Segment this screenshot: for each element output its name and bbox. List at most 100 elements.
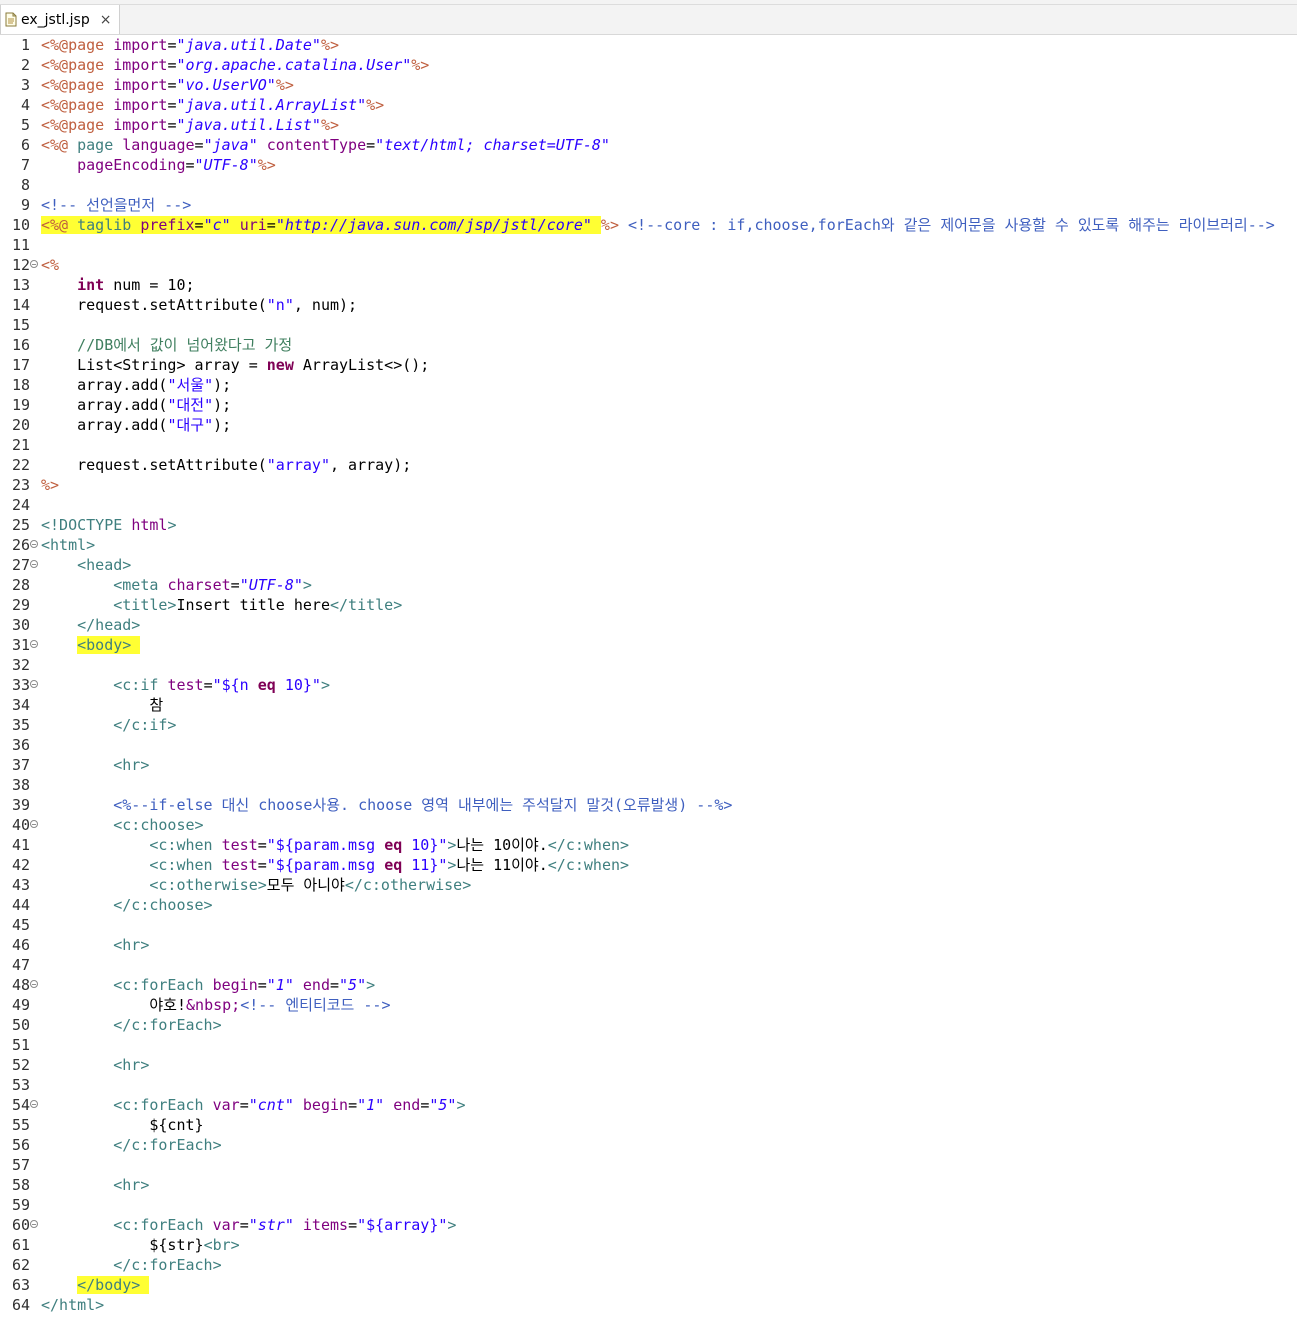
code-line[interactable]: 38 (0, 775, 1297, 795)
code-token: "1" (357, 1096, 385, 1114)
code-line[interactable]: 8 (0, 175, 1297, 195)
code-line[interactable]: 64 </html> (0, 1295, 1297, 1315)
code-token: taglib (77, 216, 141, 234)
code-line[interactable]: 45 (0, 915, 1297, 935)
code-line[interactable]: 32 (0, 655, 1297, 675)
code-line[interactable]: 29 <title>Insert title here</title> (0, 595, 1297, 615)
code-line[interactable]: 16 //DB에서 값이 넘어왔다고 가정 (0, 335, 1297, 355)
code-line[interactable]: 37 <hr> (0, 755, 1297, 775)
fold-toggle-icon[interactable]: − (30, 980, 38, 989)
code-text: <%--if-else 대신 choose사용. choose 영역 내부에는 … (41, 795, 732, 815)
code-token: "${n (212, 676, 258, 694)
code-line[interactable]: 31− <body> (0, 635, 1297, 655)
code-token: > (456, 1096, 466, 1114)
code-line[interactable]: 51 (0, 1035, 1297, 1055)
code-line[interactable]: 40− <c:choose> (0, 815, 1297, 835)
code-line[interactable]: 52 <hr> (0, 1055, 1297, 1075)
code-line[interactable]: 30 </head> (0, 615, 1297, 635)
code-line[interactable]: 62 </c:forEach> (0, 1255, 1297, 1275)
line-number: 51 (11, 1036, 30, 1054)
code-line[interactable]: 6 <%@ page language="java" contentType="t… (0, 135, 1297, 155)
code-line[interactable]: 63 </body> (0, 1275, 1297, 1295)
code-line[interactable]: 48− <c:forEach begin="1" end="5"> (0, 975, 1297, 995)
fold-toggle-icon[interactable]: − (30, 1220, 38, 1229)
code-line[interactable]: 13 int num = 10; (0, 275, 1297, 295)
code-line[interactable]: 4 <%@page import="java.util.ArrayList"%> (0, 95, 1297, 115)
code-line[interactable]: 14 request.setAttribute("n", num); (0, 295, 1297, 315)
code-line[interactable]: 21 (0, 435, 1297, 455)
code-line[interactable]: 26− <html> (0, 535, 1297, 555)
code-line[interactable]: 56 </c:forEach> (0, 1135, 1297, 1155)
code-line[interactable]: 34 참 (0, 695, 1297, 715)
code-token (591, 216, 601, 234)
code-line[interactable]: 57 (0, 1155, 1297, 1175)
code-line[interactable]: 3 <%@page import="vo.UserVO"%> (0, 75, 1297, 95)
code-line[interactable]: 28 <meta charset="UTF-8"> (0, 575, 1297, 595)
fold-toggle-icon[interactable]: − (30, 640, 38, 649)
code-line[interactable]: 60− <c:forEach var="str" items="${array}… (0, 1215, 1297, 1235)
code-token: //DB에서 값이 넘어왔다고 가정 (77, 336, 293, 354)
code-line[interactable]: 36 (0, 735, 1297, 755)
code-token: "5" (429, 1096, 457, 1114)
code-token: > (302, 576, 312, 594)
code-token: "java.util.Date" (176, 36, 321, 54)
code-line[interactable]: 18 array.add("서울"); (0, 375, 1297, 395)
code-line[interactable]: 11 (0, 235, 1297, 255)
code-line[interactable]: 41 <c:when test="${param.msg eq 10}">나는 … (0, 835, 1297, 855)
code-line[interactable]: 17 List<String> array = new ArrayList<>(… (0, 355, 1297, 375)
code-line[interactable]: 39 <%--if-else 대신 choose사용. choose 영역 내부… (0, 795, 1297, 815)
code-line[interactable]: 20 array.add("대구"); (0, 415, 1297, 435)
fold-toggle-icon[interactable]: − (30, 540, 38, 549)
code-line[interactable]: 42 <c:when test="${param.msg eq 11}">나는 … (0, 855, 1297, 875)
close-icon[interactable]: × (100, 13, 112, 27)
code-line[interactable]: 25 <!DOCTYPE html> (0, 515, 1297, 535)
code-line[interactable]: 1 <%@page import="java.util.Date"%> (0, 35, 1297, 55)
code-line[interactable]: 15 (0, 315, 1297, 335)
code-line[interactable]: 33− <c:if test="${n eq 10}"> (0, 675, 1297, 695)
code-line[interactable]: 10 <%@ taglib prefix="c" uri="http://java… (0, 215, 1297, 235)
code-line[interactable]: 55 ${cnt} (0, 1115, 1297, 1135)
code-line[interactable]: 19 array.add("대전"); (0, 395, 1297, 415)
code-line[interactable]: 54− <c:forEach var="cnt" begin="1" end="… (0, 1095, 1297, 1115)
code-token: import (113, 56, 168, 74)
code-token: %> (257, 156, 276, 174)
fold-toggle-icon[interactable]: − (30, 1100, 38, 1109)
code-line[interactable]: 59 (0, 1195, 1297, 1215)
code-line[interactable]: 12− <% (0, 255, 1297, 275)
code-line[interactable]: 53 (0, 1075, 1297, 1095)
code-token: ); (213, 416, 232, 434)
code-line[interactable]: 24 (0, 495, 1297, 515)
code-line[interactable]: 2 <%@page import="org.apache.catalina.Use… (0, 55, 1297, 75)
fold-toggle-icon[interactable]: − (30, 260, 38, 269)
code-line[interactable]: 35 </c:if> (0, 715, 1297, 735)
tab-ex-jstl[interactable]: ex_jstl.jsp × (0, 5, 121, 34)
code-line[interactable]: 61 ${str}<br> (0, 1235, 1297, 1255)
code-line[interactable]: 23 %> (0, 475, 1297, 495)
code-line[interactable]: 47 (0, 955, 1297, 975)
code-line[interactable]: 49 야호!&nbsp;<!-- 엔티티코드 --> (0, 995, 1297, 1015)
code-line[interactable]: 44 </c:choose> (0, 895, 1297, 915)
code-line[interactable]: 50 </c:forEach> (0, 1015, 1297, 1035)
fold-toggle-icon[interactable]: − (30, 560, 38, 569)
code-editor[interactable]: 1 <%@page import="java.util.Date"%> 2 <%@pa… (0, 35, 1297, 1318)
code-line[interactable]: 43 <c:otherwise>모두 아니야</c:otherwise> (0, 875, 1297, 895)
fold-toggle-icon[interactable]: − (30, 680, 38, 689)
code-line[interactable]: 7 pageEncoding="UTF-8"%> (0, 155, 1297, 175)
code-text: pageEncoding="UTF-8"%> (41, 155, 276, 175)
code-line[interactable]: 46 <hr> (0, 935, 1297, 955)
line-number: 14 (11, 296, 30, 314)
code-line[interactable]: 58 <hr> (0, 1175, 1297, 1195)
code-token: "org.apache.catalina.User" (176, 56, 412, 74)
code-line[interactable]: 9 <!-- 선언을먼저 --> (0, 195, 1297, 215)
code-line[interactable]: 22 request.setAttribute("array", array); (0, 455, 1297, 475)
fold-toggle-icon[interactable]: − (30, 820, 38, 829)
code-token: = (239, 1096, 249, 1114)
code-token: </c:when> (547, 836, 630, 854)
code-line[interactable]: 5 <%@page import="java.util.List"%> (0, 115, 1297, 135)
code-line[interactable]: 27− <head> (0, 555, 1297, 575)
line-number: 8 (20, 176, 30, 194)
